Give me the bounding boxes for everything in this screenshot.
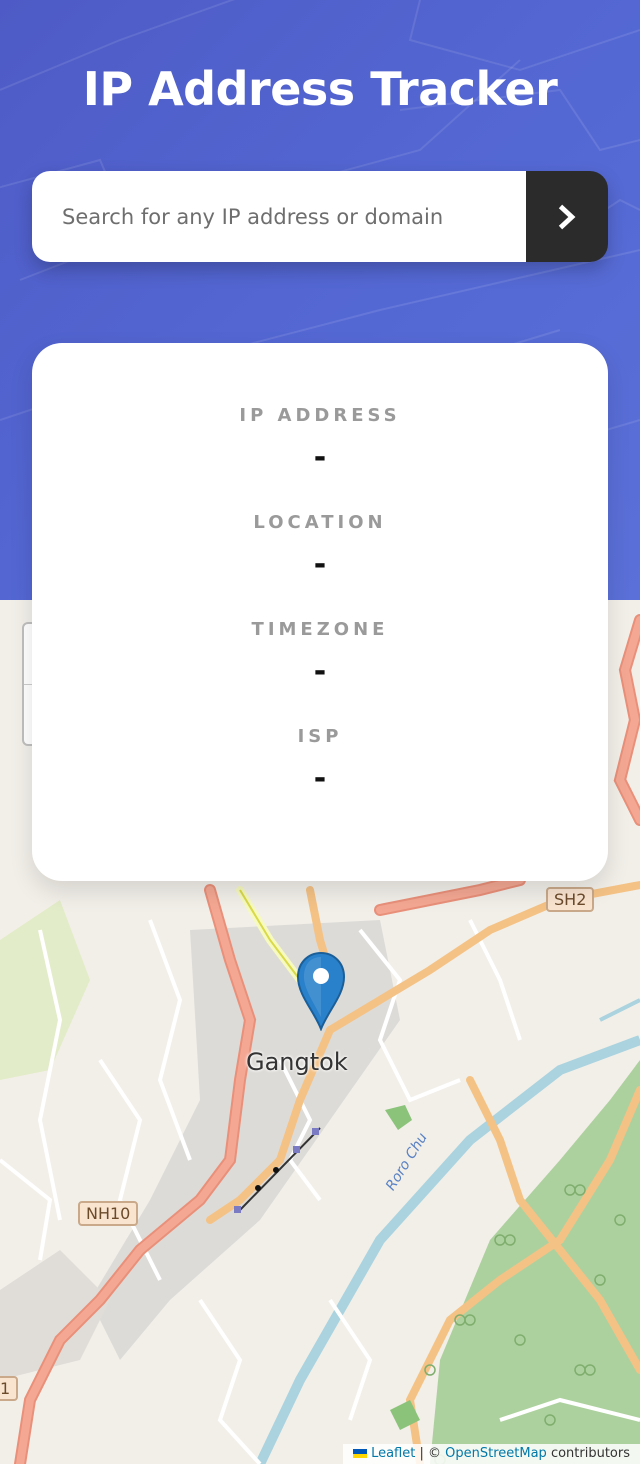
ip-address-label: IP ADDRESS (239, 405, 401, 426)
location-field: LOCATION - (32, 512, 608, 582)
timezone-label: TIMEZONE (251, 619, 389, 640)
city-label: Gangtok (246, 1048, 348, 1076)
search-bar (32, 171, 608, 262)
ip-address-value: - (313, 440, 327, 475)
road-shield-nh10: NH10 (78, 1201, 139, 1226)
leaflet-link[interactable]: Leaflet (371, 1446, 415, 1461)
search-button[interactable] (526, 171, 608, 262)
attribution-suffix: contributors (550, 1446, 630, 1461)
isp-value: - (313, 761, 327, 796)
ip-info-card: IP ADDRESS - LOCATION - TIMEZONE - ISP - (32, 343, 608, 881)
timezone-value: - (313, 654, 327, 689)
attribution-separator: | © (419, 1446, 441, 1461)
isp-field: ISP - (32, 726, 608, 796)
osm-link[interactable]: OpenStreetMap (445, 1446, 547, 1461)
road-shield-sh2: SH2 (546, 887, 595, 912)
timezone-field: TIMEZONE - (32, 619, 608, 689)
chevron-right-icon (558, 204, 576, 229)
search-input[interactable] (32, 171, 526, 262)
map-pin-icon (296, 951, 346, 1031)
ukraine-flag-icon (353, 1449, 368, 1458)
road-shield-edge: 1 (0, 1376, 19, 1401)
isp-label: ISP (297, 726, 343, 747)
page-title: IP Address Tracker (82, 62, 558, 116)
map-attribution: Leaflet | © OpenStreetMap contributors (343, 1444, 640, 1464)
location-value: - (313, 547, 327, 582)
ip-address-field: IP ADDRESS - (32, 405, 608, 475)
location-label: LOCATION (253, 512, 387, 533)
